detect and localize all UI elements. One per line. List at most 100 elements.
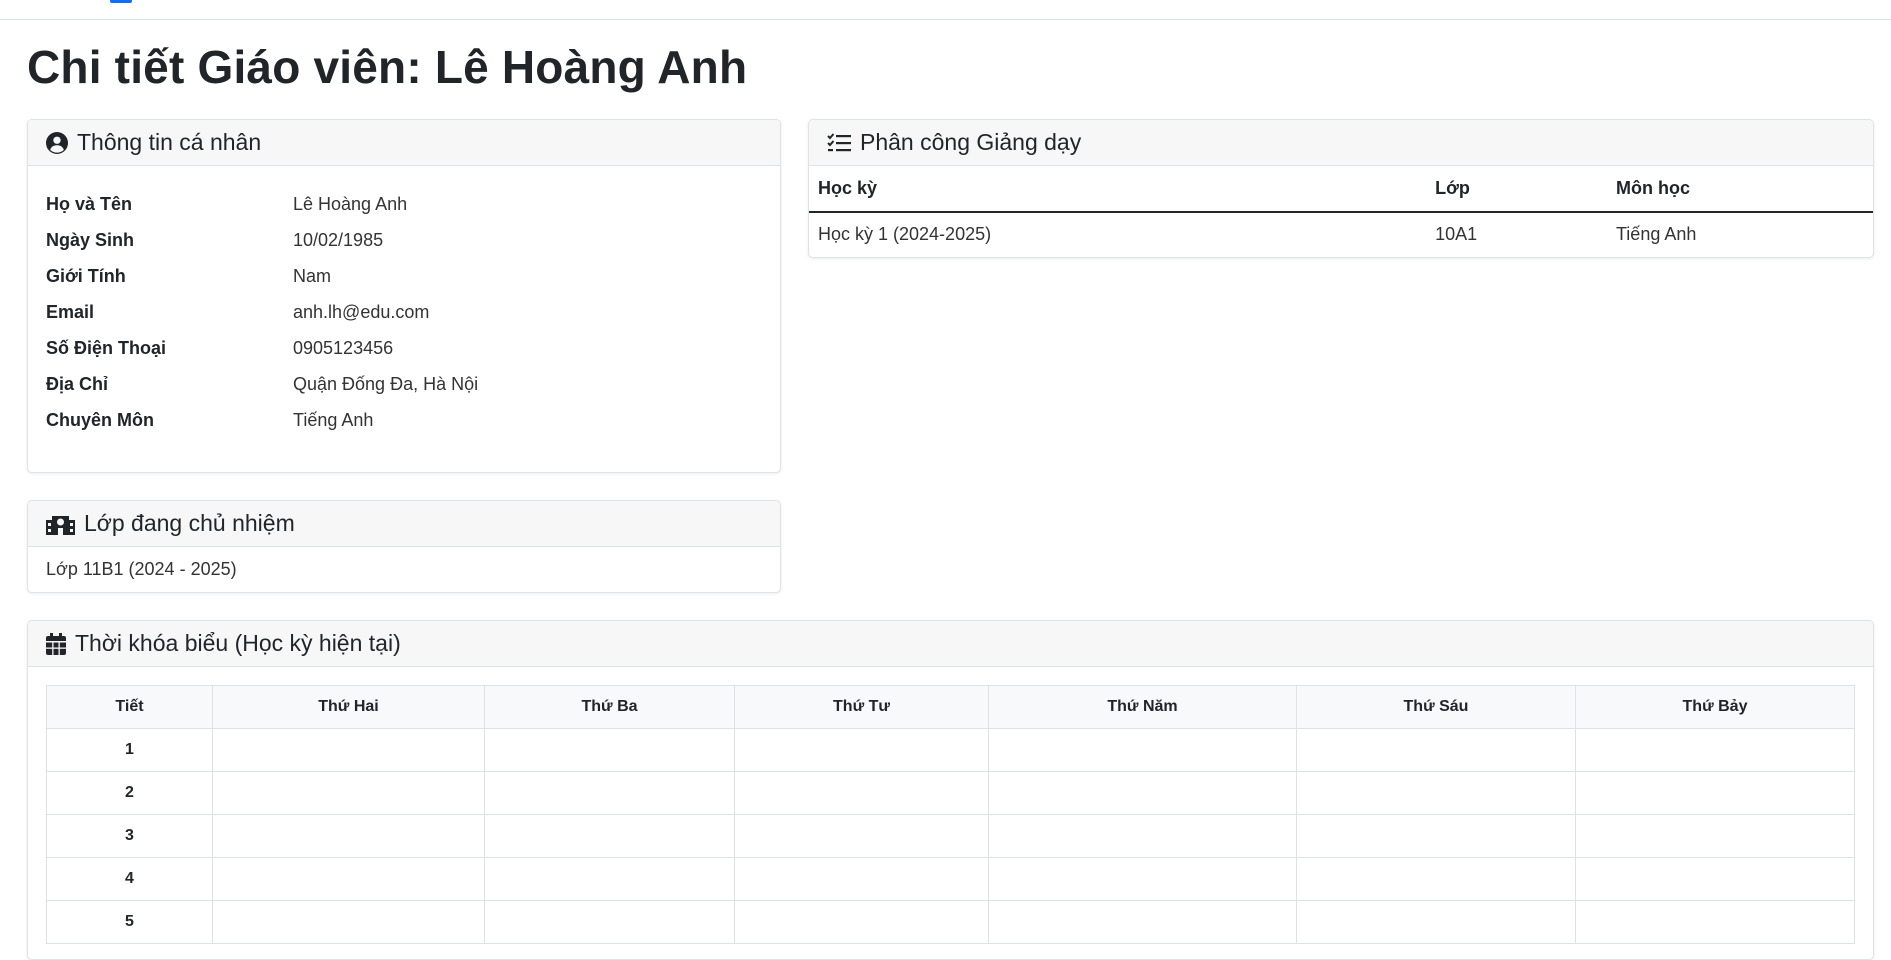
navbar-bottom-border [0, 19, 1891, 20]
navbar-link-fragment[interactable] [110, 0, 132, 3]
schedule-slot [484, 771, 735, 815]
info-row: Số Điện Thoại 0905123456 [46, 330, 762, 366]
info-value: Nam [293, 265, 332, 286]
schedule-column-header: Tiết [46, 685, 213, 729]
schedule-slot [1296, 728, 1576, 772]
personal-info-list: Họ và Tên Lê Hoàng Anh Ngày Sinh 10/02/1985… [28, 166, 780, 438]
teaching-assignment-title: Phân công Giảng dạy [860, 129, 1082, 155]
school-icon [46, 513, 75, 535]
schedule-slot [484, 814, 735, 858]
schedule-row: 2 [46, 771, 1855, 815]
info-row: Địa Chỉ Quận Đống Đa, Hà Nội [46, 366, 762, 402]
schedule-slot [1575, 728, 1855, 772]
period-number: 3 [46, 814, 213, 858]
schedule-slot [484, 857, 735, 901]
schedule-slot [734, 857, 989, 901]
schedule-slot [1575, 771, 1855, 815]
calendar-icon [46, 632, 66, 655]
period-number: 2 [46, 771, 213, 815]
schedule-slot [1296, 857, 1576, 901]
schedule-slot [988, 857, 1297, 901]
user-circle-icon [46, 131, 68, 154]
assignment-column-header: Lớp [1426, 166, 1607, 213]
info-row: Email anh.lh@edu.com [46, 294, 762, 330]
schedule-slot [988, 900, 1297, 944]
personal-info-title: Thông tin cá nhân [77, 129, 262, 155]
assignment-table: Học kỳ Lớp Môn học Học kỳ 1 (2024-2025) 10A… [809, 166, 1873, 256]
info-label: Họ và Tên [46, 193, 133, 214]
schedule-title: Thời khóa biểu (Học kỳ hiện tại) [75, 630, 401, 656]
schedule-slot [988, 814, 1297, 858]
homeroom-class: Lớp 11B1 (2024 - 2025) [46, 559, 237, 579]
schedule-row: 1 [46, 728, 1855, 772]
assignment-table-body: Học kỳ 1 (2024-2025) 10A1 Tiếng Anh [809, 212, 1873, 256]
personal-info-header: Thông tin cá nhân [28, 120, 780, 166]
info-label: Email [46, 301, 95, 322]
info-row: Ngày Sinh 10/02/1985 [46, 222, 762, 258]
homeroom-card: Lớp đang chủ nhiệm Lớp 11B1 (2024 - 2025… [27, 500, 781, 593]
table-row: Học kỳ 1 (2024-2025) 10A1 Tiếng Anh [809, 212, 1873, 256]
info-value: 0905123456 [293, 337, 394, 358]
info-value: anh.lh@edu.com [293, 301, 430, 322]
table-cell: Tiếng Anh [1615, 224, 1697, 244]
schedule-column-header: Thứ Tư [734, 685, 989, 729]
info-value: 10/02/1985 [293, 229, 384, 250]
period-number: 4 [46, 857, 213, 901]
schedule-slot [988, 771, 1297, 815]
schedule-slot [734, 814, 989, 858]
homeroom-header: Lớp đang chủ nhiệm [28, 501, 780, 547]
schedule-column-header: Thứ Ba [484, 685, 735, 729]
schedule-slot [484, 728, 735, 772]
schedule-row: 5 [46, 900, 1855, 944]
period-number: 5 [46, 900, 213, 944]
page-title: Chi tiết Giáo viên: Lê Hoàng Anh [27, 41, 748, 93]
info-row: Chuyên Môn Tiếng Anh [46, 402, 762, 438]
schedule-table-body: 12345 [46, 728, 1855, 944]
schedule-slot [988, 728, 1297, 772]
table-cell: 10A1 [1435, 224, 1478, 244]
schedule-column-header: Thứ Bảy [1575, 685, 1855, 729]
homeroom-title: Lớp đang chủ nhiệm [84, 510, 295, 536]
schedule-slot [212, 814, 485, 858]
info-value: Quận Đống Đa, Hà Nội [293, 373, 479, 394]
table-cell: Học kỳ 1 (2024-2025) [818, 224, 992, 244]
schedule-slot [1575, 814, 1855, 858]
info-label: Địa Chỉ [46, 373, 109, 394]
schedule-table-header: Tiết Thứ Hai Thứ Ba Thứ Tư Thứ Năm Thứ Sáu Thứ… [46, 685, 1855, 729]
schedule-slot [1296, 900, 1576, 944]
schedule-table: Tiết Thứ Hai Thứ Ba Thứ Tư Thứ Năm Thứ Sáu Thứ… [46, 685, 1855, 944]
schedule-column-header: Thứ Năm [988, 685, 1297, 729]
schedule-slot [1296, 771, 1576, 815]
schedule-column-header: Thứ Sáu [1296, 685, 1576, 729]
schedule-card: Thời khóa biểu (Học kỳ hiện tại) Tiết Thứ… [27, 620, 1874, 960]
schedule-slot [212, 857, 485, 901]
schedule-slot [1575, 900, 1855, 944]
info-row: Họ và Tên Lê Hoàng Anh [46, 186, 762, 222]
schedule-table-wrapper: Tiết Thứ Hai Thứ Ba Thứ Tư Thứ Năm Thứ Sáu Thứ… [28, 667, 1873, 944]
schedule-slot [212, 771, 485, 815]
schedule-slot [734, 728, 989, 772]
schedule-slot [212, 728, 485, 772]
teaching-assignment-card: Phân công Giảng dạy Học kỳ Lớp Môn học Học… [808, 119, 1874, 258]
assignment-table-header: Học kỳ Lớp Môn học [809, 166, 1873, 213]
schedule-slot [1296, 814, 1576, 858]
schedule-header: Thời khóa biểu (Học kỳ hiện tại) [28, 621, 1873, 667]
schedule-row: 4 [46, 857, 1855, 901]
schedule-slot [484, 900, 735, 944]
info-value: Tiếng Anh [293, 409, 374, 430]
personal-info-card: Thông tin cá nhân Họ và Tên Lê Hoàng Anh N… [27, 119, 781, 473]
info-label: Giới Tính [46, 265, 126, 286]
schedule-slot [734, 900, 989, 944]
schedule-slot [734, 771, 989, 815]
period-number: 1 [46, 728, 213, 772]
info-value: Lê Hoàng Anh [293, 193, 408, 214]
info-label: Chuyên Môn [46, 409, 154, 430]
assignment-column-header: Môn học [1606, 166, 1873, 213]
info-label: Số Điện Thoại [46, 337, 167, 358]
list-check-icon [827, 132, 851, 153]
schedule-slot [212, 900, 485, 944]
teaching-assignment-header: Phân công Giảng dạy [809, 120, 1873, 166]
info-row: Giới Tính Nam [46, 258, 762, 294]
assignment-column-header: Học kỳ [809, 166, 1427, 213]
schedule-row: 3 [46, 814, 1855, 858]
